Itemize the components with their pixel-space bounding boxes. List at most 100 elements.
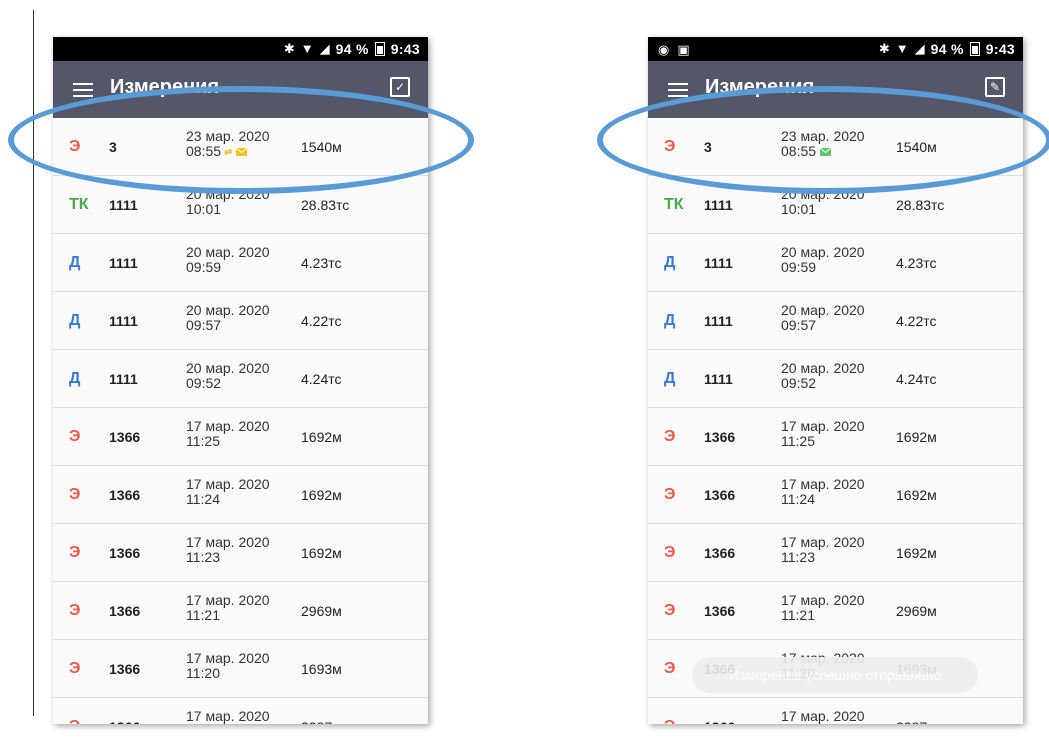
measurement-date: 20 мар. 2020 (186, 244, 270, 260)
measurement-time: 09:59 (781, 260, 865, 275)
measurement-datetime: 17 мар. 2020 11:21 (781, 593, 865, 623)
measurement-value: 4.22тс (896, 313, 937, 329)
measurement-number: 1366 (109, 603, 141, 619)
measurement-type: ТК (664, 196, 684, 213)
measurement-datetime: 17 мар. 2020 11:25 (781, 419, 865, 449)
edit-checkbox-icon[interactable]: ✓ (390, 77, 410, 97)
list-item[interactable]: Э 1366 17 мар. 2020 11:24 1692м (53, 466, 428, 524)
measurement-value: 4.23тс (301, 255, 342, 271)
measurement-number: 1366 (109, 487, 141, 503)
list-item[interactable]: Э 1366 17 мар. 2020 11:24 1692м (648, 466, 1023, 524)
measurement-type: Д (69, 370, 81, 387)
list-item[interactable]: Д 1111 20 мар. 2020 09:57 4.22тс (53, 292, 428, 350)
measurement-datetime: 20 мар. 2020 09:59 (186, 245, 270, 275)
list-item[interactable]: Э 1366 17 мар. 2020 11:23 1692м (53, 524, 428, 582)
edit-checkbox-icon[interactable]: ✎ (985, 77, 1005, 97)
measurement-type: ТК (69, 196, 89, 213)
measurement-type: Э (664, 428, 676, 445)
list-item[interactable]: Э 1366 17 мар. 2020 2387м (648, 698, 1023, 724)
measurement-date: 20 мар. 2020 (781, 302, 865, 318)
highlight-ellipse-right (597, 86, 1049, 194)
measurement-datetime: 17 мар. 2020 11:23 (781, 535, 865, 565)
measurement-datetime: 17 мар. 2020 (186, 709, 270, 724)
measurement-date: 17 мар. 2020 (781, 592, 865, 608)
measurement-date: 17 мар. 2020 (781, 476, 865, 492)
image-icon: ▣ (677, 42, 690, 57)
measurement-list: Э 3 23 мар. 2020 08:55 1540м ТК 1111 20 мар. 20… (648, 118, 1023, 724)
hamburger-menu-icon[interactable] (668, 79, 688, 99)
bluetooth-icon: ✱ (283, 41, 295, 56)
measurement-date: 17 мар. 2020 (186, 708, 270, 724)
signal-icon: ◢ (914, 41, 925, 56)
list-item[interactable]: Э 1366 17 мар. 2020 11:25 1692м (648, 408, 1023, 466)
measurement-datetime: 17 мар. 2020 11:24 (781, 477, 865, 507)
highlight-ellipse-left (8, 86, 474, 194)
measurement-time-text: 09:52 (186, 375, 222, 391)
measurement-number: 1366 (704, 603, 736, 619)
wifi-icon: ▼ (895, 41, 909, 56)
measurement-type: Д (69, 312, 81, 329)
status-time: 9:43 (985, 41, 1015, 57)
list-item[interactable]: Э 1366 17 мар. 2020 11:21 2969м (648, 582, 1023, 640)
measurement-value: 4.22тс (301, 313, 342, 329)
hamburger-menu-icon[interactable] (73, 79, 93, 99)
measurement-number: 1366 (109, 661, 141, 677)
measurement-value: 1692м (896, 429, 937, 445)
measurement-number: 1366 (704, 719, 735, 724)
toast-message: Измерение успешно отправлено (692, 657, 978, 693)
measurement-datetime: 17 мар. 2020 (781, 709, 865, 724)
measurement-type: Э (69, 718, 93, 724)
list-item[interactable]: Д 1111 20 мар. 2020 09:59 4.23тс (53, 234, 428, 292)
measurement-time-text: 11:24 (781, 491, 815, 507)
measurement-type: Э (69, 428, 81, 445)
measurement-value: 2387м (896, 719, 937, 724)
measurement-number: 1111 (109, 371, 138, 387)
list-item[interactable]: Д 1111 20 мар. 2020 09:59 4.23тс (648, 234, 1023, 292)
measurement-time-text: 09:59 (781, 259, 817, 275)
measurement-time-text: 10:01 (186, 201, 222, 217)
measurement-time-text: 11:23 (781, 549, 815, 565)
measurement-date: 20 мар. 2020 (781, 244, 865, 260)
list-item[interactable]: Э 1366 17 мар. 2020 2387м (53, 698, 428, 724)
measurement-time: 11:25 (781, 434, 865, 449)
measurement-time-text: 11:21 (781, 607, 815, 623)
measurement-type: Э (69, 660, 81, 677)
measurement-time: 11:24 (781, 492, 865, 507)
measurement-time: 11:21 (781, 608, 865, 623)
measurement-list: Э 3 23 мар. 2020 08:55 ⇌ 1540м ТК 1111 20 мар. 2… (53, 118, 428, 724)
status-icons: ✱ ▼ ◢ 94 % 9:43 (284, 40, 420, 58)
list-item[interactable]: Э 1366 17 мар. 2020 11:23 1692м (648, 524, 1023, 582)
status-time: 9:43 (390, 41, 420, 57)
list-item[interactable]: Д 1111 20 мар. 2020 09:57 4.22тс (648, 292, 1023, 350)
measurement-date: 17 мар. 2020 (781, 534, 865, 550)
measurement-time: 11:21 (186, 608, 270, 623)
measurement-time: 09:57 (186, 318, 270, 333)
measurement-type: Д (69, 254, 81, 271)
measurement-value: 28.83тс (301, 197, 350, 213)
battery-icon (374, 42, 385, 56)
measurement-datetime: 17 мар. 2020 11:23 (186, 535, 270, 565)
measurement-date: 17 мар. 2020 (186, 592, 270, 608)
bluetooth-icon: ✱ (878, 41, 890, 56)
measurement-time-text: 11:24 (186, 491, 220, 507)
measurement-number: 1111 (109, 255, 138, 271)
measurement-time: 11:23 (781, 550, 865, 565)
wifi-icon: ▼ (300, 41, 314, 56)
list-item[interactable]: Э 1366 17 мар. 202011:20 1693м (53, 640, 428, 698)
measurement-date: 17 мар. 2020 (186, 534, 270, 550)
measurement-value: 1692м (301, 487, 342, 503)
measurement-type: Э (69, 486, 81, 503)
signal-icon: ◢ (319, 41, 330, 56)
list-item[interactable]: Э 1366 17 мар. 2020 11:25 1692м (53, 408, 428, 466)
list-item[interactable]: Э 1366 17 мар. 2020 11:21 2969м (53, 582, 428, 640)
measurement-time: 11:20 (186, 666, 270, 681)
measurement-number: 1111 (704, 313, 733, 329)
measurement-time: 09:52 (186, 376, 270, 391)
list-item[interactable]: Д 1111 20 мар. 2020 09:52 4.24тс (648, 350, 1023, 408)
measurement-number: 1111 (109, 313, 138, 329)
measurement-value: 4.24тс (301, 371, 342, 387)
measurement-time-text: 11:21 (186, 607, 220, 623)
list-item[interactable]: Д 1111 20 мар. 2020 09:52 4.24тс (53, 350, 428, 408)
measurement-value: 4.24тс (896, 371, 937, 387)
measurement-number: 1111 (704, 371, 733, 387)
